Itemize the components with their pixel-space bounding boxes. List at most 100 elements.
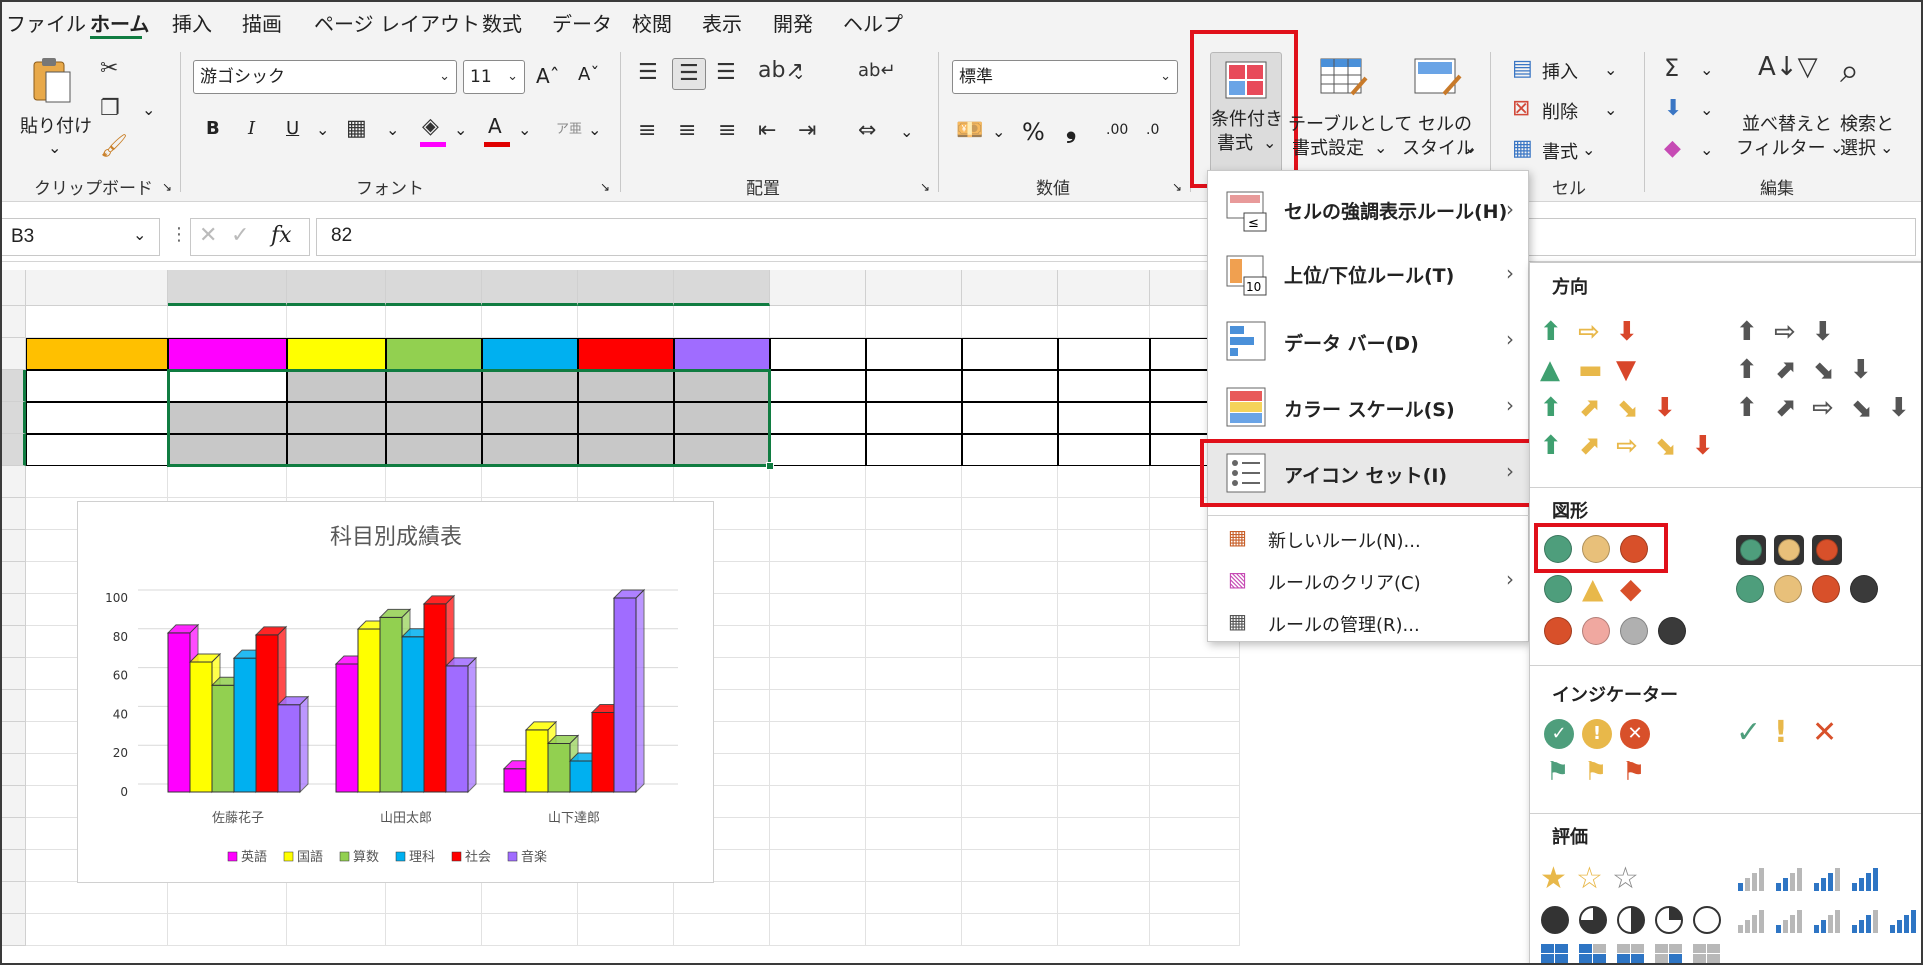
- increase-decimal-button[interactable]: .00: [1106, 122, 1128, 138]
- row-header-6[interactable]: [0, 466, 26, 498]
- format-as-table-label-1[interactable]: テーブルとして: [1288, 110, 1412, 136]
- column-header-D[interactable]: [386, 270, 482, 306]
- grid-cell[interactable]: [962, 594, 1058, 626]
- table-cell[interactable]: [386, 402, 482, 434]
- shrink-font-icon[interactable]: Aˇ: [578, 64, 599, 85]
- grid-cell[interactable]: [770, 530, 866, 562]
- grid-cell[interactable]: [168, 882, 287, 914]
- signal-bars-icon[interactable]: [1774, 907, 1804, 939]
- grid-cell[interactable]: [866, 562, 962, 594]
- bold-button[interactable]: B: [206, 118, 220, 139]
- grid-cell[interactable]: [770, 562, 866, 594]
- chevron-down-icon[interactable]: ⌄: [1700, 60, 1713, 79]
- dialog-launcher-icon[interactable]: ↘: [600, 180, 610, 194]
- table-cell[interactable]: [962, 370, 1058, 402]
- grow-font-icon[interactable]: Aˆ: [536, 64, 560, 88]
- tab-draw[interactable]: 描画: [242, 8, 282, 37]
- box-icon[interactable]: [1654, 943, 1684, 965]
- table-cell[interactable]: [482, 402, 578, 434]
- copy-dropdown-icon[interactable]: ⌄: [142, 100, 155, 119]
- table-header-cell[interactable]: [866, 338, 962, 370]
- star-icon[interactable]: ☆: [1612, 861, 1639, 896]
- grid-cell[interactable]: [168, 466, 287, 498]
- menu-data-bars[interactable]: データ バー(D): [1284, 329, 1419, 356]
- table-cell[interactable]: [1058, 434, 1150, 466]
- grid-cell[interactable]: [866, 530, 962, 562]
- grid-cell[interactable]: [770, 690, 866, 722]
- table-cell[interactable]: [482, 370, 578, 402]
- chevron-down-icon[interactable]: ⌄: [1582, 140, 1595, 159]
- enter-icon[interactable]: ✓: [231, 223, 249, 248]
- grid-cell[interactable]: [482, 914, 578, 946]
- tab-home[interactable]: ホーム: [90, 8, 149, 37]
- font-name-select[interactable]: 游ゴシック ⌄: [193, 60, 457, 94]
- underline-dropdown-icon[interactable]: ⌄: [316, 120, 329, 139]
- row-header-16[interactable]: [0, 786, 26, 818]
- grid-cell[interactable]: [1150, 818, 1240, 850]
- grid-cell[interactable]: [962, 690, 1058, 722]
- grid-cell[interactable]: [1058, 786, 1150, 818]
- row-header-14[interactable]: [0, 722, 26, 754]
- increase-indent-icon[interactable]: ⇥: [798, 120, 816, 142]
- grid-cell[interactable]: [962, 914, 1058, 946]
- table-cell[interactable]: [1058, 370, 1150, 402]
- grid-cell[interactable]: [386, 466, 482, 498]
- grid-cell[interactable]: [866, 914, 962, 946]
- table-cell[interactable]: [1058, 402, 1150, 434]
- find-select-label-1[interactable]: 検索と: [1840, 110, 1894, 136]
- grid-cell[interactable]: [287, 914, 386, 946]
- table-header-cell[interactable]: [386, 338, 482, 370]
- row-header-5[interactable]: [0, 434, 26, 466]
- row-header-13[interactable]: [0, 690, 26, 722]
- sort-filter-label-2[interactable]: フィルター: [1736, 134, 1826, 160]
- table-header-cell[interactable]: [287, 338, 386, 370]
- grid-cell[interactable]: [1058, 722, 1150, 754]
- insert-cells-icon[interactable]: ▤: [1512, 58, 1533, 80]
- grid-cell[interactable]: [1058, 498, 1150, 530]
- grid-cell[interactable]: [287, 306, 386, 338]
- format-button[interactable]: 書式: [1542, 138, 1578, 164]
- table-cell[interactable]: [674, 434, 770, 466]
- align-left-icon[interactable]: ≡: [638, 120, 656, 142]
- star-icon[interactable]: ★: [1540, 861, 1567, 896]
- grid-cell[interactable]: [674, 882, 770, 914]
- grid-cell[interactable]: [962, 722, 1058, 754]
- grid-cell[interactable]: [1058, 594, 1150, 626]
- grid-cell[interactable]: [168, 306, 287, 338]
- signal-bars-icon[interactable]: [1850, 865, 1880, 897]
- box-icon[interactable]: [1692, 943, 1722, 965]
- column-header-A[interactable]: [26, 270, 168, 306]
- table-cell[interactable]: [674, 370, 770, 402]
- table-cell[interactable]: [386, 434, 482, 466]
- wrap-text-icon[interactable]: ab↵: [858, 62, 896, 80]
- paste-icon[interactable]: [30, 56, 74, 106]
- table-cell[interactable]: [674, 402, 770, 434]
- table-cell[interactable]: [866, 402, 962, 434]
- menu-top-bottom-rules[interactable]: 上位/下位ルール(T): [1284, 261, 1454, 288]
- paste-button[interactable]: 貼り付け: [20, 112, 92, 138]
- row-header-1[interactable]: [0, 306, 26, 338]
- grid-cell[interactable]: [1058, 306, 1150, 338]
- row-header-11[interactable]: [0, 626, 26, 658]
- cancel-icon[interactable]: ✕: [199, 223, 217, 248]
- row-header-15[interactable]: [0, 754, 26, 786]
- menu-color-scales[interactable]: カラー スケール(S): [1284, 395, 1455, 422]
- percent-button[interactable]: %: [1022, 118, 1045, 146]
- menu-highlight-rules[interactable]: セルの強調表示ルール(H): [1284, 197, 1507, 224]
- grid-cell[interactable]: [866, 754, 962, 786]
- table-header-cell[interactable]: [770, 338, 866, 370]
- signal-bars-icon[interactable]: [1850, 907, 1880, 939]
- table-cell[interactable]: [26, 434, 168, 466]
- grid-cell[interactable]: [866, 658, 962, 690]
- row-header-10[interactable]: [0, 594, 26, 626]
- table-cell[interactable]: [168, 434, 287, 466]
- table-cell[interactable]: [482, 434, 578, 466]
- grid-cell[interactable]: [770, 882, 866, 914]
- menu-clear-rules[interactable]: ルールのクリア(C): [1268, 569, 1421, 595]
- delete-cells-icon[interactable]: ⊠: [1512, 98, 1530, 120]
- grid-cell[interactable]: [866, 818, 962, 850]
- grid-cell[interactable]: [1150, 722, 1240, 754]
- grid-cell[interactable]: [168, 914, 287, 946]
- grid-cell[interactable]: [386, 882, 482, 914]
- row-header-8[interactable]: [0, 530, 26, 562]
